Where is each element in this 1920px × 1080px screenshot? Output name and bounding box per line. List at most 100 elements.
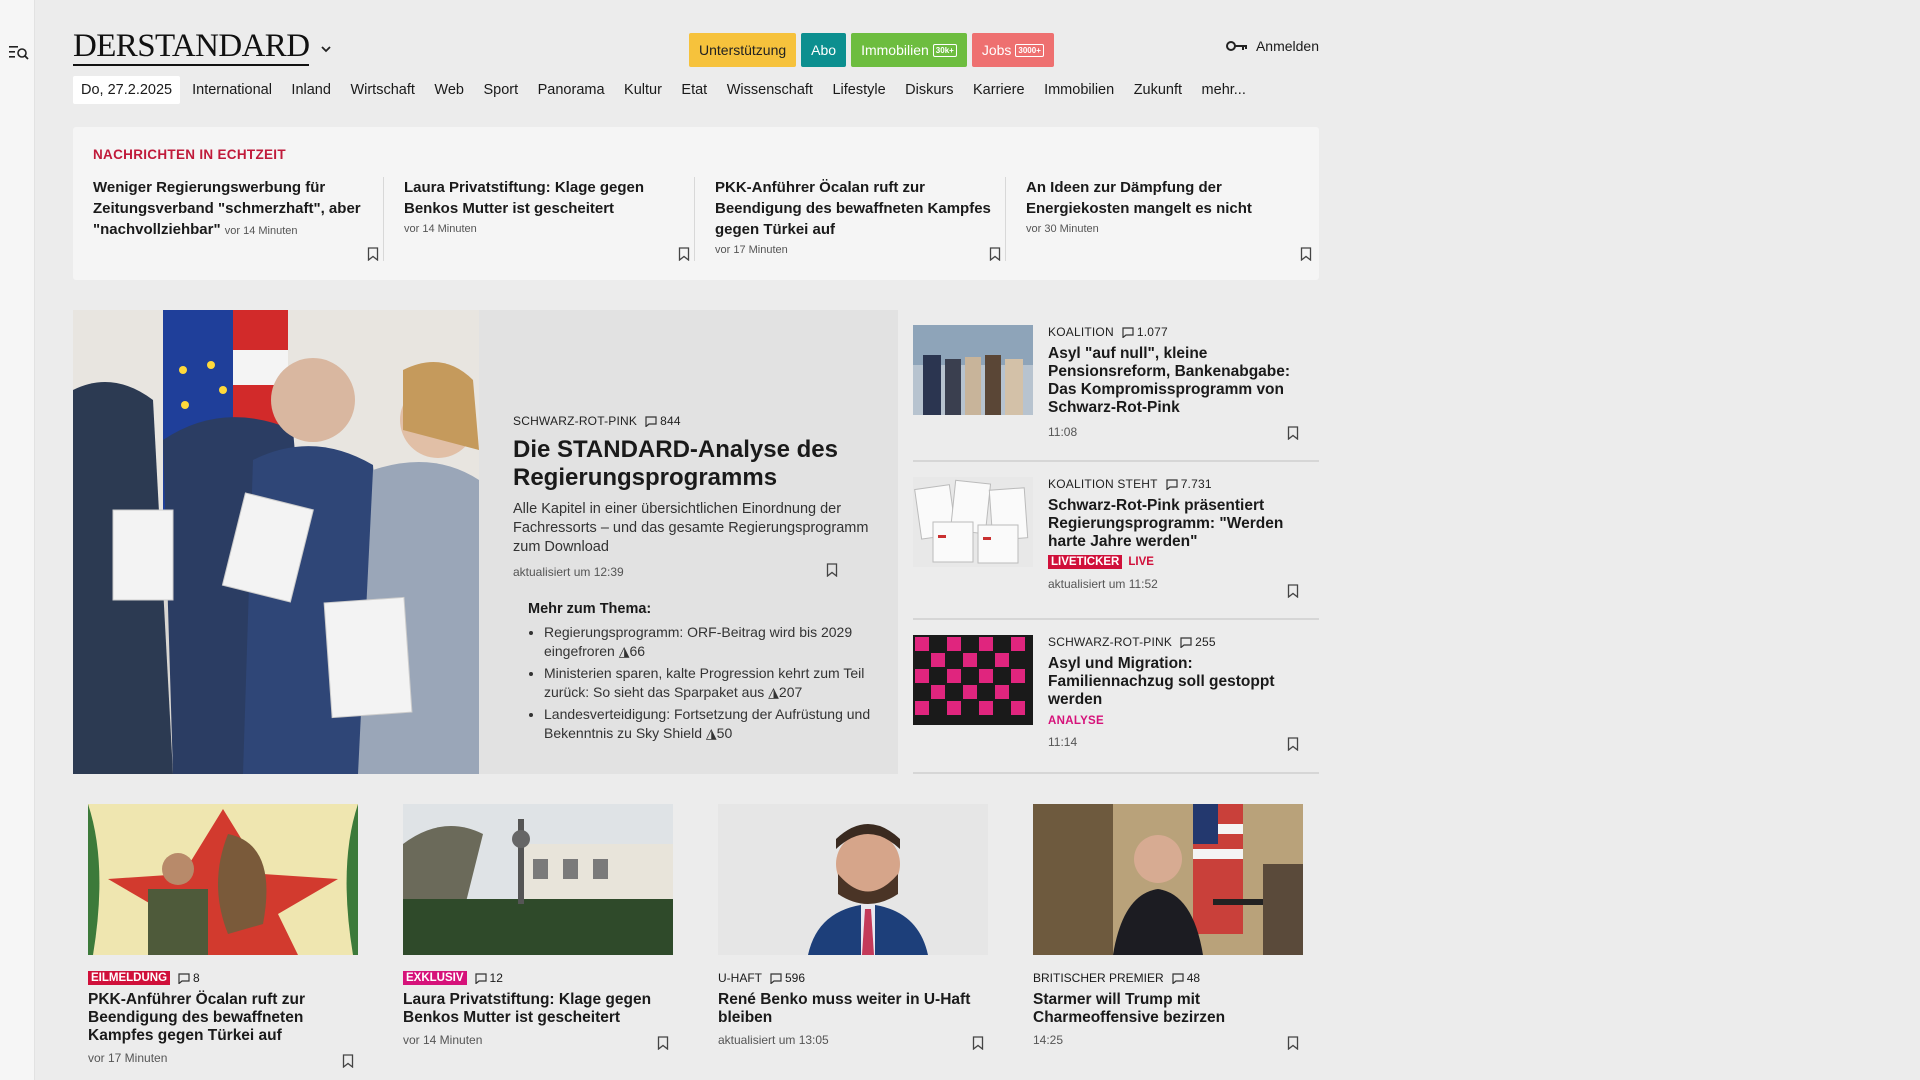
nav-zukunft[interactable]: Zukunft bbox=[1134, 82, 1182, 98]
ticker-heading: NACHRICHTEN IN ECHTZEIT bbox=[93, 147, 286, 162]
bottom-meta: vor 14 Minuten bbox=[403, 1033, 483, 1047]
jobs-label: Jobs bbox=[981, 42, 1012, 58]
comment-icon bbox=[770, 972, 782, 984]
immobilien-button[interactable]: Immobilien 30k+ bbox=[851, 33, 967, 67]
nav-more[interactable]: mehr... bbox=[1202, 82, 1246, 98]
bottom-title[interactable]: Laura Privatstiftung: Klage gegen Benkos… bbox=[403, 991, 673, 1027]
ticker-item[interactable]: Weniger Regierungswerbung für Zeitungsve… bbox=[93, 177, 383, 261]
nav-inland[interactable]: Inland bbox=[291, 82, 331, 98]
nav-wissenschaft[interactable]: Wissenschaft bbox=[727, 82, 813, 98]
live-indicator: LIVETICKER LIVE bbox=[1048, 555, 1308, 569]
analyse-label: ANALYSE bbox=[1048, 715, 1104, 727]
hero-image[interactable] bbox=[73, 310, 479, 774]
ticker-title[interactable]: Laura Privatstiftung: Klage gegen Benkos… bbox=[404, 177, 694, 219]
ticker-divider bbox=[694, 177, 695, 261]
nav-lifestyle[interactable]: Lifestyle bbox=[832, 82, 885, 98]
nav-karriere[interactable]: Karriere bbox=[973, 82, 1025, 98]
related-item[interactable]: Regierungsprogramm: ORF-Beitrag wird bis… bbox=[544, 623, 873, 661]
nav-wirtschaft[interactable]: Wirtschaft bbox=[350, 82, 414, 98]
login-button[interactable]: Anmelden bbox=[1225, 38, 1319, 54]
comment-count[interactable]: 48 bbox=[1172, 971, 1200, 985]
article-thumbnail[interactable] bbox=[913, 635, 1033, 725]
related-item-text[interactable]: Regierungsprogramm: ORF-Beitrag wird bis… bbox=[544, 624, 852, 659]
nav-sport[interactable]: Sport bbox=[483, 82, 518, 98]
immobilien-count-tag: 30k+ bbox=[932, 43, 957, 57]
site-logo[interactable]: DERSTANDARD bbox=[73, 30, 310, 66]
bookmark-icon[interactable] bbox=[972, 1036, 984, 1050]
article-image[interactable] bbox=[403, 804, 673, 955]
side-meta: aktualisiert um 11:52 bbox=[1048, 577, 1158, 591]
nav-diskurs[interactable]: Diskurs bbox=[905, 82, 953, 98]
ticker-title[interactable]: An Ideen zur Dämpfung der Energiekosten … bbox=[1026, 177, 1316, 219]
comment-count[interactable]: 844 bbox=[645, 414, 681, 428]
article-thumbnail[interactable] bbox=[913, 477, 1033, 567]
article-image[interactable] bbox=[88, 804, 358, 955]
bottom-kicker-label[interactable]: BRITISCHER PREMIER bbox=[1033, 971, 1164, 985]
ticker-title[interactable]: PKK-Anführer Öcalan ruft zur Beendigung … bbox=[715, 177, 1005, 240]
related-item-text[interactable]: Ministerien sparen, kalte Progression ke… bbox=[544, 665, 864, 700]
bookmark-icon[interactable] bbox=[678, 247, 690, 261]
live-label: LIVE bbox=[1128, 556, 1154, 568]
side-meta: 11:14 bbox=[1048, 735, 1078, 749]
bookmark-icon[interactable] bbox=[367, 247, 379, 261]
bookmark-icon[interactable] bbox=[1300, 247, 1312, 261]
hero-title[interactable]: Die STANDARD-Analyse des Regierungsprogr… bbox=[513, 436, 873, 492]
ticker-divider bbox=[383, 177, 384, 261]
search-menu-icon[interactable] bbox=[9, 44, 29, 60]
nav-kultur[interactable]: Kultur bbox=[624, 82, 662, 98]
ticker-time: vor 17 Minuten bbox=[715, 244, 788, 256]
jobs-count-tag: 3000+ bbox=[1015, 43, 1044, 57]
support-button[interactable]: Unterstützung bbox=[689, 33, 797, 67]
article-thumbnail[interactable] bbox=[913, 325, 1033, 415]
nav-etat[interactable]: Etat bbox=[681, 82, 707, 98]
abo-button[interactable]: Abo bbox=[801, 33, 847, 67]
side-title[interactable]: Schwarz-Rot-Pink präsentiert Regierungsp… bbox=[1048, 497, 1308, 551]
bottom-title[interactable]: Starmer will Trump mit Charmeoffensive b… bbox=[1033, 991, 1303, 1027]
bookmark-icon[interactable] bbox=[1287, 584, 1299, 598]
nav-web[interactable]: Web bbox=[434, 82, 464, 98]
hero-text: SCHWARZ-ROT-PINK 844 Die STANDARD-Analys… bbox=[513, 414, 873, 746]
comment-count-value: 7.731 bbox=[1180, 477, 1212, 491]
bookmark-icon[interactable] bbox=[989, 247, 1001, 261]
comment-count[interactable]: 1.077 bbox=[1122, 325, 1168, 339]
ticker-item[interactable]: PKK-Anführer Öcalan ruft zur Beendigung … bbox=[715, 177, 1005, 261]
left-sidebar bbox=[0, 0, 35, 1080]
chevron-down-icon[interactable] bbox=[319, 44, 333, 54]
exklusiv-badge: EXKLUSIV bbox=[403, 971, 467, 985]
side-title[interactable]: Asyl und Migration: Familiennachzug soll… bbox=[1048, 655, 1308, 709]
comment-icon bbox=[1180, 636, 1192, 648]
bottom-title[interactable]: PKK-Anführer Öcalan ruft zur Beendigung … bbox=[88, 991, 358, 1045]
comment-count[interactable]: 7.731 bbox=[1166, 477, 1212, 491]
comment-count[interactable]: 596 bbox=[770, 971, 805, 985]
bookmark-icon[interactable] bbox=[1287, 737, 1299, 751]
comment-count-value: 12 bbox=[489, 971, 503, 985]
nav-immobilien[interactable]: Immobilien bbox=[1044, 82, 1114, 98]
bookmark-icon[interactable] bbox=[1287, 426, 1299, 440]
bookmark-icon[interactable] bbox=[657, 1036, 669, 1050]
side-title[interactable]: Asyl "auf null", kleine Pensionsreform, … bbox=[1048, 345, 1308, 417]
side-kicker-label[interactable]: KOALITION bbox=[1048, 325, 1114, 339]
article-image[interactable] bbox=[1033, 804, 1303, 955]
bookmark-icon[interactable] bbox=[342, 1054, 354, 1068]
ticker-item[interactable]: Laura Privatstiftung: Klage gegen Benkos… bbox=[404, 177, 694, 261]
side-kicker: KOALITION STEHT 7.731 bbox=[1048, 477, 1308, 491]
side-kicker-label[interactable]: SCHWARZ-ROT-PINK bbox=[1048, 635, 1172, 649]
bottom-title[interactable]: René Benko muss weiter in U-Haft bleiben bbox=[718, 991, 988, 1027]
article-image[interactable] bbox=[718, 804, 988, 955]
hero-kicker-label[interactable]: SCHWARZ-ROT-PINK bbox=[513, 414, 637, 428]
ticker-item[interactable]: An Ideen zur Dämpfung der Energiekosten … bbox=[1026, 177, 1316, 261]
abo-label: Abo bbox=[811, 42, 837, 58]
side-kicker-label[interactable]: KOALITION STEHT bbox=[1048, 477, 1158, 491]
bookmark-icon[interactable] bbox=[826, 563, 838, 577]
related-item[interactable]: Ministerien sparen, kalte Progression ke… bbox=[544, 664, 873, 702]
comment-count[interactable]: 8 bbox=[178, 971, 200, 985]
related-item[interactable]: Landesverteidigung: Fortsetzung der Aufr… bbox=[544, 705, 873, 743]
bottom-kicker-label[interactable]: U-HAFT bbox=[718, 971, 762, 985]
nav-international[interactable]: International bbox=[192, 82, 272, 98]
bookmark-icon[interactable] bbox=[1287, 1036, 1299, 1050]
comment-count[interactable]: 12 bbox=[474, 971, 503, 985]
jobs-button[interactable]: Jobs 3000+ bbox=[971, 33, 1054, 67]
comment-count[interactable]: 255 bbox=[1180, 635, 1216, 649]
bottom-meta: aktualisiert um 13:05 bbox=[718, 1033, 829, 1047]
nav-panorama[interactable]: Panorama bbox=[538, 82, 605, 98]
